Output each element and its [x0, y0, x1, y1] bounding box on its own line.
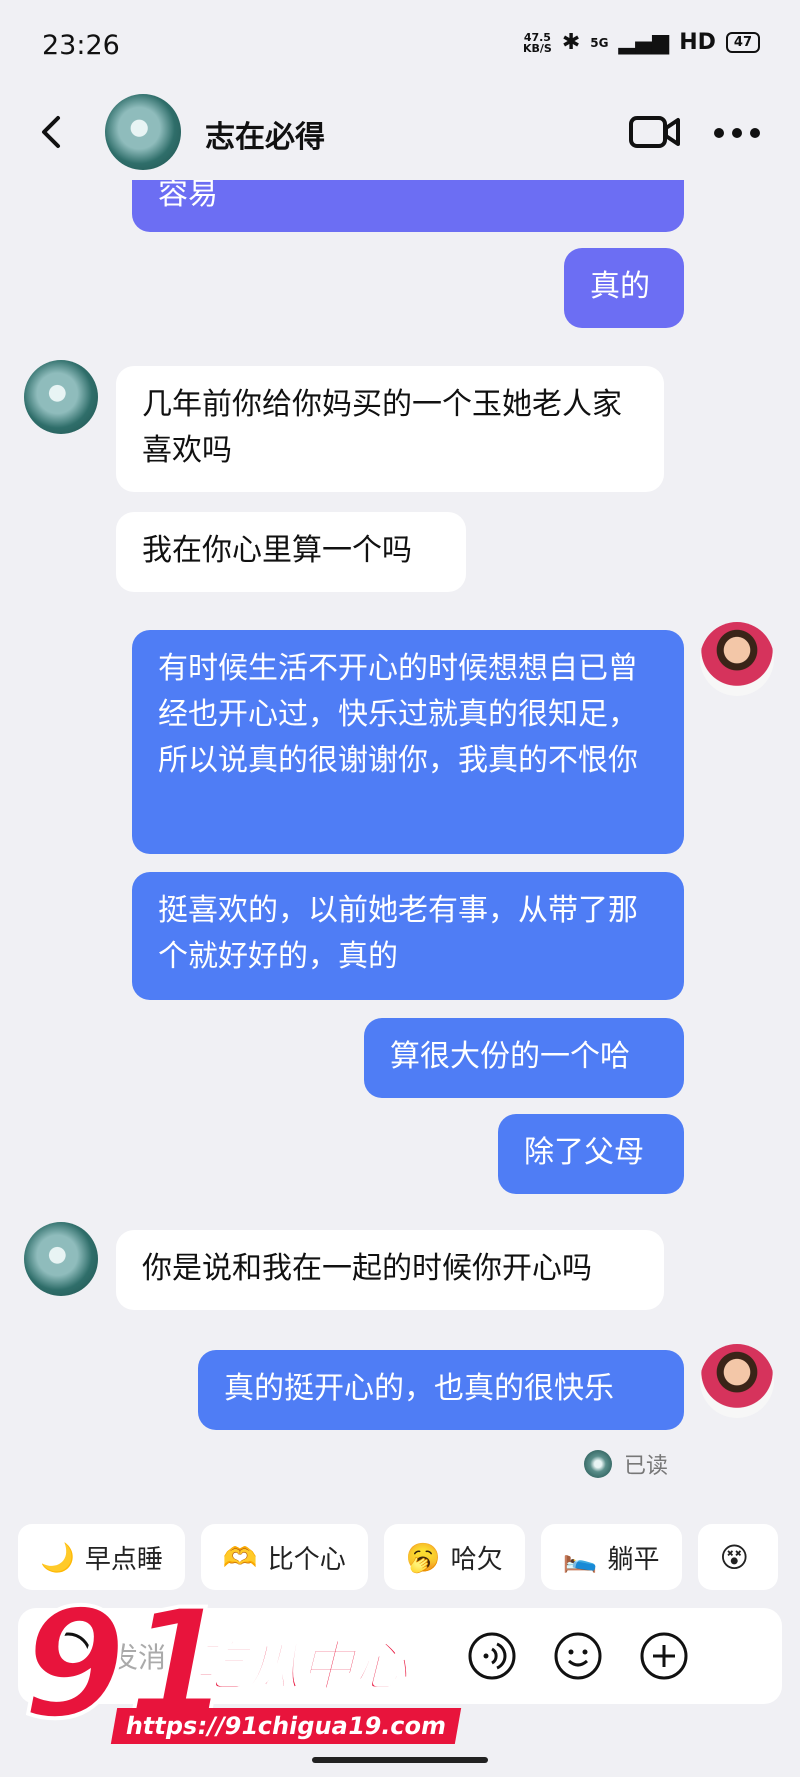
sound-wave-icon[interactable]: [466, 1630, 518, 1682]
message-bubble-incoming[interactable]: 我在你心里算一个吗: [116, 512, 466, 592]
plus-icon[interactable]: [638, 1630, 690, 1682]
my-avatar[interactable]: [700, 622, 774, 696]
status-icons: 47.5 KB/S ✱ 5G ▂▄▆ HD 47: [523, 30, 760, 55]
signal-icon: ▂▄▆: [618, 30, 670, 55]
message-bubble-outgoing[interactable]: 容易: [132, 180, 684, 232]
quick-reply-more[interactable]: 😵: [697, 1524, 778, 1590]
status-time: 23:26: [42, 30, 120, 61]
peer-avatar[interactable]: [24, 1222, 98, 1296]
heart-hands-icon: 🫶: [222, 1540, 258, 1574]
emoji-icon[interactable]: [552, 1630, 604, 1682]
quick-reply-lie-flat[interactable]: 🛌 躺平: [540, 1524, 682, 1590]
yawn-icon: 🥱: [405, 1540, 441, 1574]
message-bubble-incoming[interactable]: 你是说和我在一起的时候你开心吗: [116, 1230, 664, 1310]
message-list[interactable]: 容易 真的 几年前你给你妈买的一个玉她老人家喜欢吗 我在你心里算一个吗 有时候生…: [0, 180, 800, 1510]
chat-header: 志在必得: [0, 90, 800, 180]
watermark-url: https://91chigua19.com: [110, 1708, 462, 1744]
more-options-icon[interactable]: [712, 126, 762, 140]
network-type: 5G: [590, 35, 609, 50]
bluetooth-icon: ✱: [561, 30, 581, 55]
message-bubble-outgoing[interactable]: 算很大份的一个哈: [364, 1018, 684, 1098]
hd-label: HD: [679, 30, 716, 55]
video-call-icon[interactable]: [628, 110, 682, 154]
message-bubble-outgoing[interactable]: 挺喜欢的，以前她老有事，从带了那个就好好的，真的: [132, 872, 684, 1000]
contact-avatar[interactable]: [105, 94, 181, 170]
moon-icon: 🌙: [40, 1540, 75, 1574]
read-receipt: 已读: [584, 1448, 668, 1480]
lie-flat-icon: 🛌: [562, 1540, 598, 1574]
my-avatar[interactable]: [700, 1344, 774, 1418]
watermark-logo: 91 吃瓜中心 https://91chigua19.com: [20, 1588, 462, 1760]
status-bar: 23:26 47.5 KB/S ✱ 5G ▂▄▆ HD 47: [0, 0, 800, 90]
message-bubble-outgoing[interactable]: 除了父母: [498, 1114, 684, 1194]
home-indicator: [312, 1757, 488, 1763]
quick-reply-yawn[interactable]: 🥱 哈欠: [383, 1524, 525, 1590]
watermark-text: 吃瓜中心: [191, 1634, 409, 1699]
contact-name: 志在必得: [205, 120, 325, 155]
message-bubble-incoming[interactable]: 几年前你给你妈买的一个玉她老人家喜欢吗: [116, 366, 664, 492]
peer-avatar[interactable]: [24, 360, 98, 434]
message-bubble-outgoing[interactable]: 真的: [564, 248, 684, 328]
dizzy-face-icon: 😵: [719, 1540, 749, 1574]
message-bubble-outgoing[interactable]: 有时候生活不开心的时候想想自已曾经也开心过，快乐过就真的很知足，所以说真的很谢谢…: [132, 630, 684, 854]
net-speed: 47.5 KB/S: [522, 30, 552, 55]
message-bubble-outgoing[interactable]: 真的挺开心的，也真的很快乐: [198, 1350, 684, 1430]
read-avatar-icon: [584, 1450, 612, 1478]
back-arrow-icon[interactable]: [32, 112, 72, 152]
battery-indicator: 47: [725, 32, 760, 53]
